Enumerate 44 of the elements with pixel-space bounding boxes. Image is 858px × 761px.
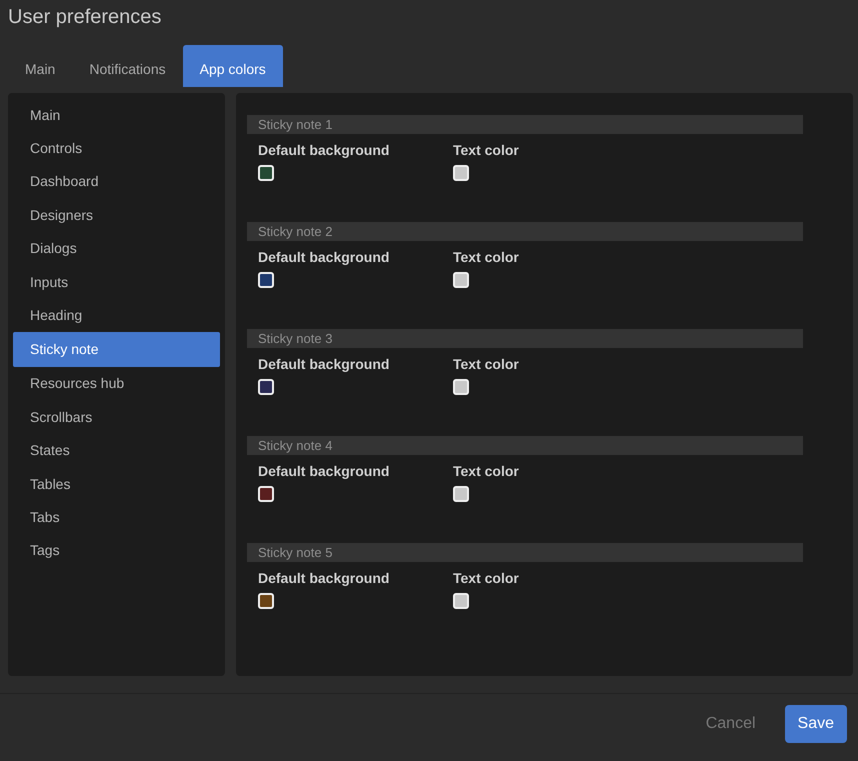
save-button[interactable]: Save <box>784 705 847 743</box>
color-swatch[interactable] <box>453 379 469 395</box>
window-title: User preferences <box>7 5 162 30</box>
sidebar-item[interactable]: Controls <box>13 131 220 165</box>
setting-label: Text color <box>453 356 519 372</box>
section-header: Sticky note 5 <box>247 543 803 562</box>
color-swatch[interactable] <box>453 593 469 609</box>
sidebar-item[interactable]: Tables <box>13 466 220 500</box>
color-swatch[interactable] <box>453 486 469 502</box>
sidebar-item[interactable]: Tabs <box>13 500 220 534</box>
sidebar-item[interactable]: Inputs <box>13 264 220 298</box>
sidebar-item[interactable]: Scrollbars <box>13 400 220 434</box>
sidebar-item[interactable]: Sticky note <box>13 332 220 367</box>
sidebar-item[interactable]: Resources hub <box>13 366 220 400</box>
setting-label: Text color <box>453 570 519 586</box>
color-swatch[interactable] <box>258 593 274 609</box>
color-swatch[interactable] <box>258 379 274 395</box>
sidebar-item[interactable]: Dashboard <box>13 164 220 198</box>
setting-label: Default background <box>258 570 390 586</box>
color-swatch[interactable] <box>258 272 274 288</box>
section-header: Sticky note 1 <box>247 115 803 134</box>
setting-label: Default background <box>258 463 390 479</box>
tab[interactable]: App colors <box>182 45 283 87</box>
sidebar-item[interactable]: Heading <box>13 298 220 332</box>
setting-label: Default background <box>258 142 390 158</box>
color-swatch[interactable] <box>258 486 274 502</box>
sidebar-item[interactable]: Tags <box>13 534 220 568</box>
section-header: Sticky note 4 <box>247 436 803 455</box>
setting-label: Default background <box>258 356 390 372</box>
setting-label: Text color <box>453 249 519 265</box>
color-swatch[interactable] <box>453 165 469 181</box>
section-header: Sticky note 3 <box>247 329 803 348</box>
tab[interactable]: Main <box>8 45 72 87</box>
setting-label: Default background <box>258 249 390 265</box>
sidebar-item[interactable]: Dialogs <box>13 232 220 265</box>
section-header: Sticky note 2 <box>247 222 803 241</box>
tab[interactable]: Notifications <box>72 45 183 87</box>
sidebar-item[interactable]: States <box>13 434 220 467</box>
color-swatch[interactable] <box>258 165 274 181</box>
setting-label: Text color <box>453 142 519 158</box>
sidebar-item[interactable]: Main <box>13 98 220 132</box>
sidebar-item[interactable]: Designers <box>13 198 220 232</box>
setting-label: Text color <box>453 463 519 479</box>
color-swatch[interactable] <box>453 272 469 288</box>
